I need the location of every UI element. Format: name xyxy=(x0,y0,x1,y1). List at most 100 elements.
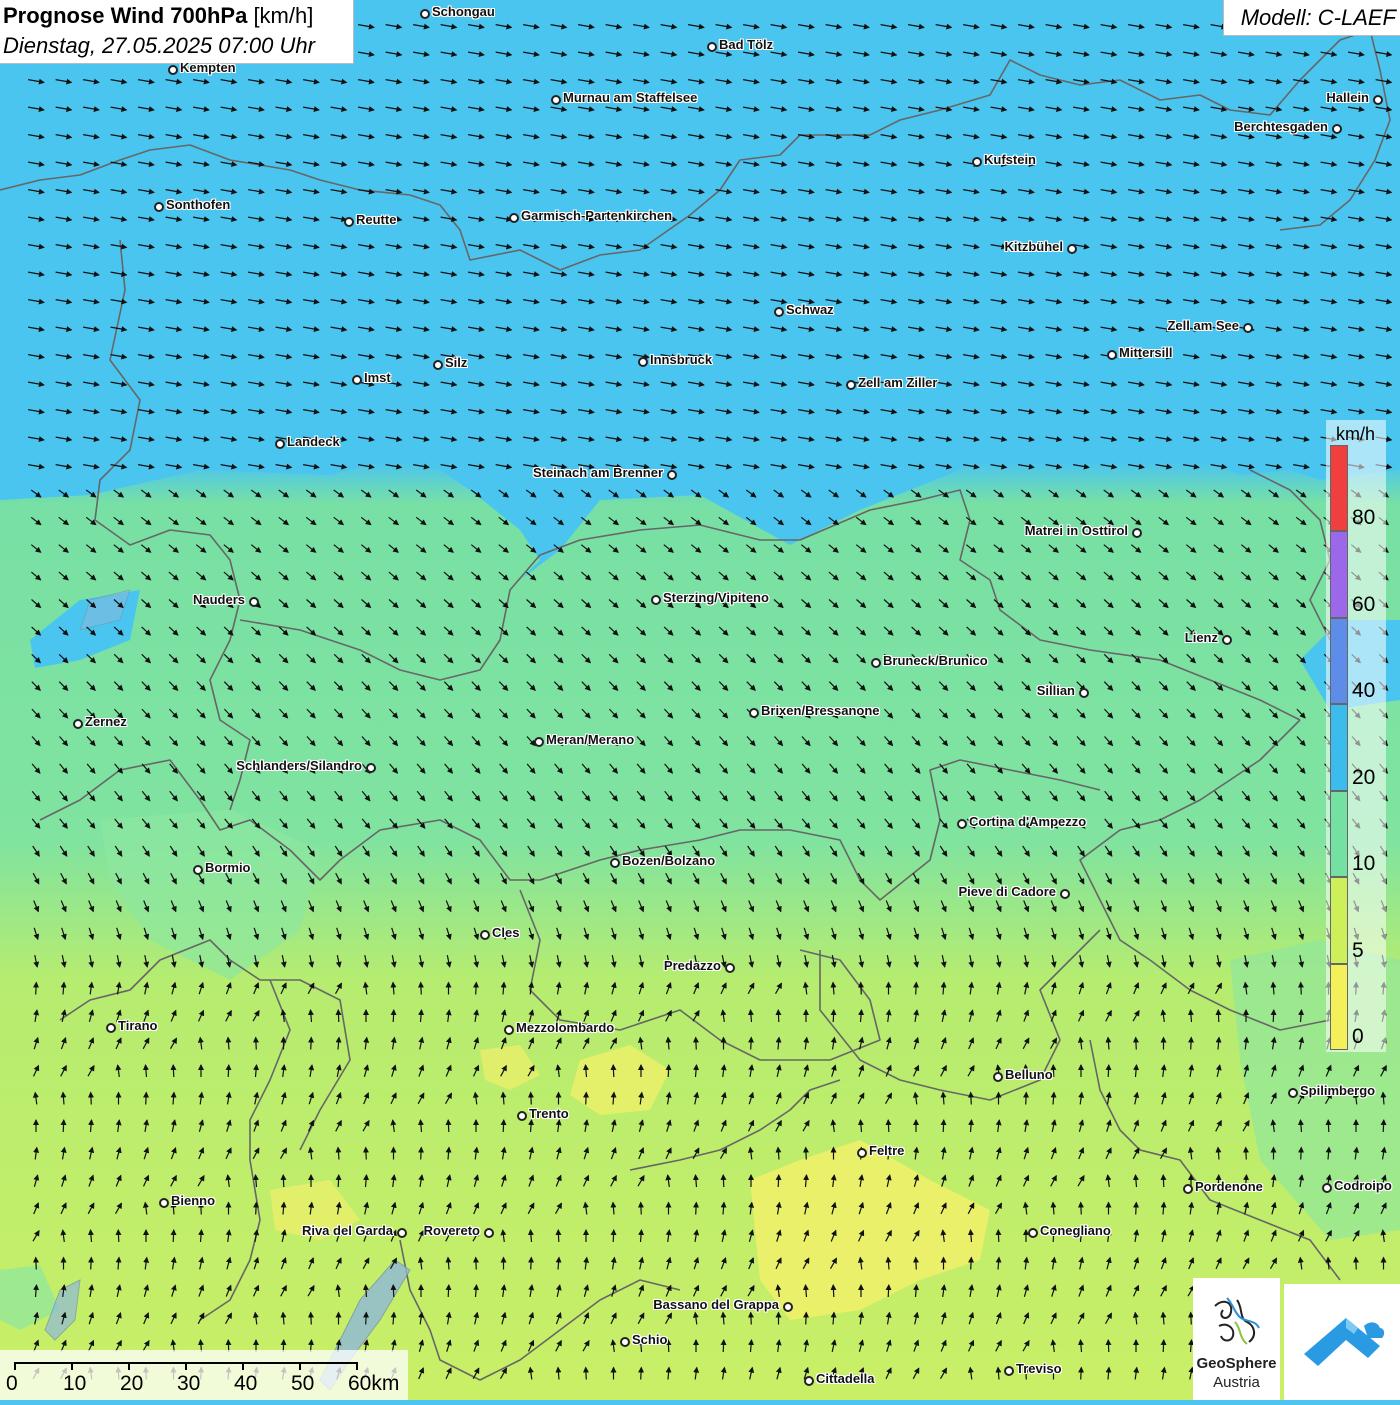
city-dot-icon xyxy=(1183,1184,1193,1194)
city-label: Silz xyxy=(445,355,468,370)
city-label: Innsbruck xyxy=(650,352,713,367)
city-label: Cittadella xyxy=(816,1371,875,1386)
wind-arrow xyxy=(1160,1174,1167,1188)
model-label: Modell: C-LAEF xyxy=(1240,5,1396,30)
city-label: Brixen/Bressanone xyxy=(761,703,880,718)
city-label: Trento xyxy=(529,1106,569,1121)
city-dot-icon xyxy=(972,157,982,167)
city-label: Schwaz xyxy=(786,302,834,317)
city-label: Garmisch-Partenkirchen xyxy=(521,208,673,223)
city-dot-icon xyxy=(783,1302,793,1312)
wind-arrow xyxy=(830,1284,837,1298)
forecast-datetime: Dienstag, 27.05.2025 07:00 Uhr xyxy=(3,33,315,58)
city-label: Meran/Merano xyxy=(546,732,635,747)
scale-label: 20 xyxy=(120,1372,144,1395)
map-title-main: Prognose Wind 700hPa xyxy=(3,3,248,28)
city-dot-icon xyxy=(1004,1366,1014,1376)
city-dot-icon xyxy=(366,763,376,773)
wind-arrow xyxy=(1270,1009,1277,1023)
model-panel: Modell: C-LAEF xyxy=(1223,0,1400,36)
wind-arrow xyxy=(1132,1036,1139,1050)
city-label: Matrei in Osttirol xyxy=(1024,523,1128,538)
wind-arrow xyxy=(637,1201,644,1215)
scale-tick xyxy=(299,1362,301,1370)
wind-arrow xyxy=(390,1284,397,1298)
wind-arrow xyxy=(1325,1119,1332,1133)
geosphere-name: GeoSphere xyxy=(1196,1355,1277,1372)
wind-arrow xyxy=(445,1284,452,1298)
city-label: Bienno xyxy=(171,1193,216,1208)
wind-arrow xyxy=(418,1146,425,1160)
legend-color-step xyxy=(1330,617,1348,704)
city-dot-icon xyxy=(249,597,259,607)
scale-tick xyxy=(356,1362,358,1370)
wind-arrow xyxy=(1078,1366,1085,1380)
city-label: Zernez xyxy=(85,714,127,729)
wind-arrow xyxy=(335,1009,342,1023)
city-dot-icon xyxy=(957,819,967,829)
wind-arrow xyxy=(252,1036,259,1050)
city-label: Kempten xyxy=(180,60,236,75)
city-label: Bassano del Grappa xyxy=(653,1297,779,1312)
map-title: Prognose Wind 700hPa [km/h] xyxy=(3,3,313,29)
wind-arrow xyxy=(143,1091,150,1105)
wind-arrow xyxy=(445,1119,452,1133)
wind-arrow xyxy=(665,1064,672,1078)
city-label: Feltre xyxy=(869,1143,905,1158)
city-label: Kufstein xyxy=(984,152,1036,167)
city-dot-icon xyxy=(159,1198,169,1208)
city-dot-icon xyxy=(1060,889,1070,899)
city-label: Bad Tölz xyxy=(719,37,774,52)
city-dot-icon xyxy=(1107,350,1117,360)
wind-arrow xyxy=(308,1036,315,1050)
city-label: Steinach am Brenner xyxy=(532,465,663,480)
city-dot-icon xyxy=(480,930,490,940)
city-dot-icon xyxy=(857,1148,867,1158)
legend-color-step xyxy=(1330,963,1348,1050)
city-dot-icon xyxy=(638,357,648,367)
app-logo[interactable] xyxy=(1284,1284,1400,1400)
city-dot-icon xyxy=(352,375,362,385)
city-label: Conegliano xyxy=(1040,1223,1111,1238)
wind-arrow xyxy=(32,1256,39,1270)
city-dot-icon xyxy=(1222,635,1232,645)
city-label: Sillian xyxy=(1036,683,1075,698)
city-dot-icon xyxy=(509,213,519,223)
city-label: Schongau xyxy=(432,4,495,19)
city-dot-icon xyxy=(168,65,178,75)
wind-arrow xyxy=(1298,1146,1305,1160)
city-label: Nauders xyxy=(192,592,245,607)
scale-label: 60km xyxy=(348,1372,400,1395)
city-label: Reutte xyxy=(356,212,397,227)
wind-arrow xyxy=(1242,1146,1249,1160)
geosphere-logo[interactable]: GeoSphere Austria xyxy=(1193,1278,1280,1400)
wind-arrow xyxy=(1352,1256,1359,1270)
city-label: Schlanders/Silandro xyxy=(236,758,362,773)
wind-arrow xyxy=(555,1229,562,1243)
city-dot-icon xyxy=(504,1025,514,1035)
city-label: Kitzbühel xyxy=(1004,239,1064,254)
city-dot-icon xyxy=(1332,124,1342,134)
legend-color-step xyxy=(1330,877,1348,964)
mountain-app-icon xyxy=(1304,1318,1385,1366)
map-title-unit: [km/h] xyxy=(253,3,314,28)
city-dot-icon xyxy=(993,1072,1003,1082)
city-label: Cortina d'Ampezzo xyxy=(969,814,1087,829)
wind-arrow xyxy=(610,1229,617,1243)
wind-arrow xyxy=(500,1119,507,1133)
wind-arrow xyxy=(335,1174,342,1188)
wind-arrow xyxy=(720,1174,727,1188)
city-label: Sonthofen xyxy=(166,197,231,212)
city-label: Treviso xyxy=(1016,1361,1062,1376)
wind-arrow xyxy=(417,981,424,995)
city-dot-icon xyxy=(433,360,443,370)
wind-arrow xyxy=(527,1091,534,1105)
city-label: Lienz xyxy=(1184,630,1218,645)
city-dot-icon xyxy=(106,1023,116,1033)
wind-arrow xyxy=(830,1009,837,1023)
wind-arrow xyxy=(1050,1064,1057,1078)
city-dot-icon xyxy=(344,217,354,227)
wind-arrow xyxy=(1187,1311,1194,1325)
scale-label: 50 xyxy=(291,1372,315,1395)
wind-arrow xyxy=(472,1256,479,1270)
